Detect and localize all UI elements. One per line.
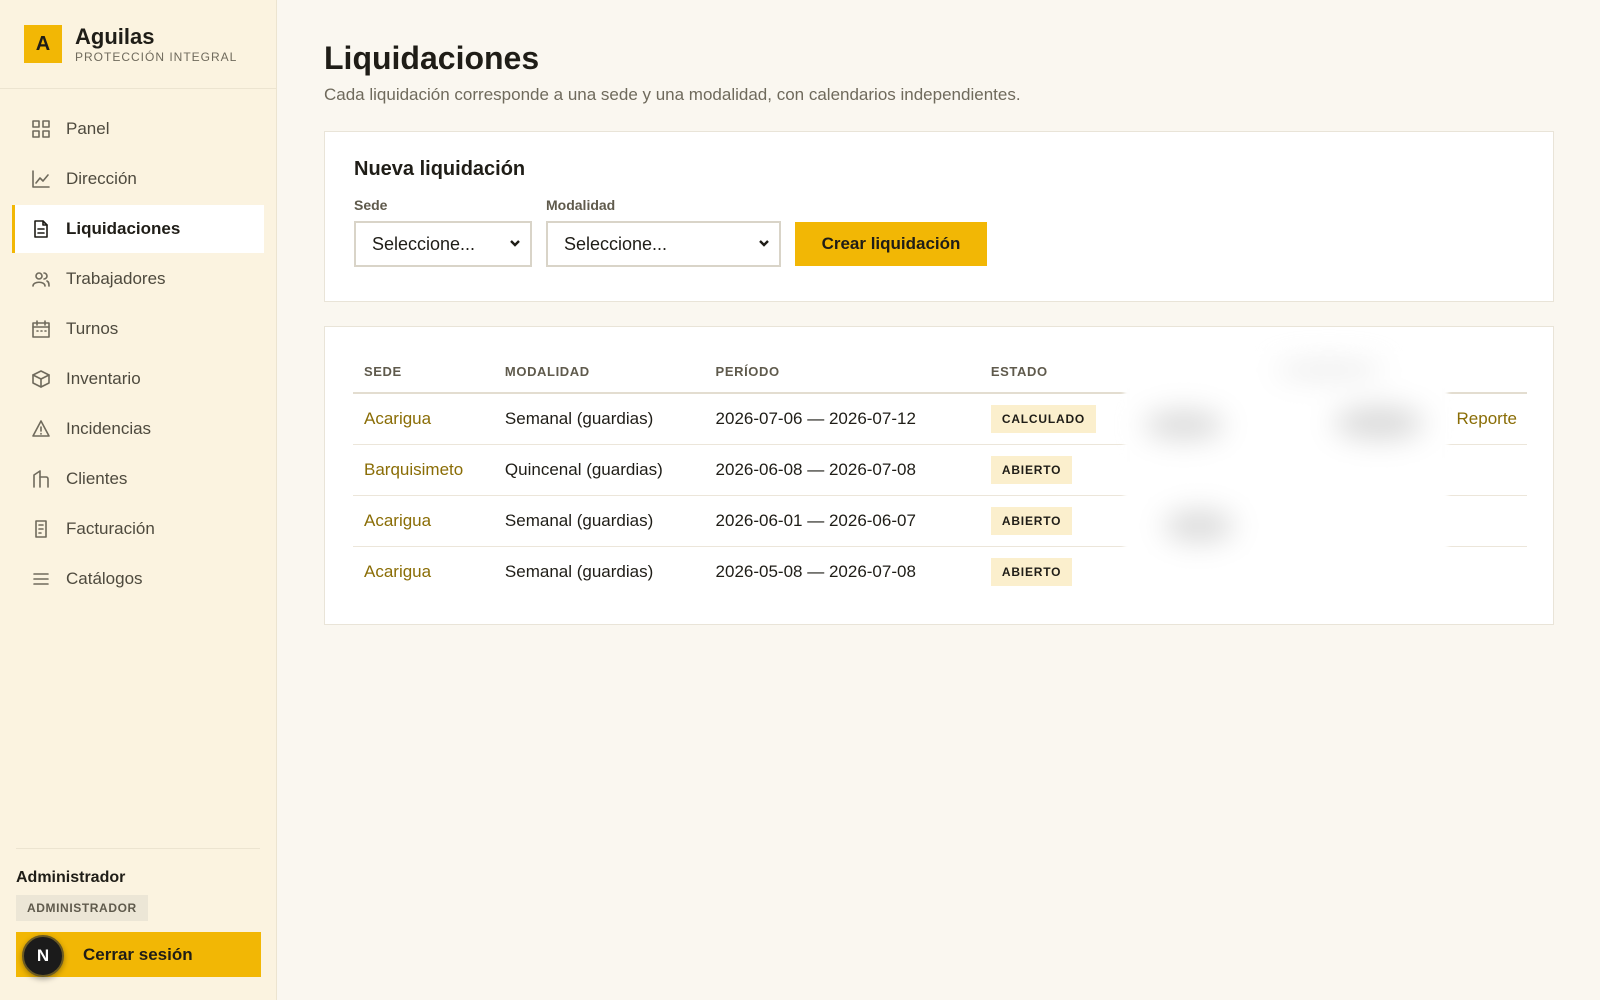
- receipt-icon: [30, 518, 52, 540]
- line-chart-icon: [30, 168, 52, 190]
- modalidad-cell: Semanal (guardias): [504, 561, 654, 581]
- sidebar-item-liquidaciones[interactable]: Liquidaciones: [12, 205, 264, 253]
- sidebar-item-inventario[interactable]: Inventario: [12, 355, 264, 403]
- warning-icon: [30, 418, 52, 440]
- logout-label: Cerrar sesión: [83, 944, 193, 964]
- sidebar-item-label: Inventario: [66, 369, 141, 388]
- sidebar-item-turnos[interactable]: Turnos: [12, 305, 264, 353]
- sede-select-value: Seleccione...: [372, 233, 476, 254]
- sede-link[interactable]: Acarigua: [364, 409, 431, 428]
- sidebar: A Aguilas PROTECCIÓN INTEGRAL Panel Dire…: [0, 0, 277, 1000]
- avatar[interactable]: N: [22, 935, 64, 977]
- users-icon: [30, 268, 52, 290]
- blur-blob: [1334, 407, 1424, 439]
- sidebar-item-catalogos[interactable]: Catálogos: [12, 555, 264, 603]
- sidebar-item-label: Incidencias: [66, 419, 152, 438]
- sede-field: Sede Seleccione...: [354, 197, 532, 267]
- brand-logo: A: [24, 25, 62, 63]
- blurred-region: [1124, 351, 1448, 591]
- status-badge: ABIERTO: [990, 455, 1073, 484]
- sede-link[interactable]: Acarigua: [364, 562, 431, 581]
- modalidad-select[interactable]: Seleccione...: [546, 221, 781, 267]
- modalidad-select-value: Seleccione...: [564, 233, 668, 254]
- sede-label: Sede: [354, 197, 388, 213]
- sidebar-nav: Panel Dirección Liquidaciones Trabajador…: [0, 89, 276, 603]
- sede-select[interactable]: Seleccione...: [354, 221, 532, 267]
- sidebar-item-facturacion[interactable]: Facturación: [12, 505, 264, 553]
- status-badge: ABIERTO: [990, 557, 1073, 586]
- brand-subtitle: PROTECCIÓN INTEGRAL: [75, 49, 238, 64]
- brand-name: Aguilas: [75, 23, 155, 49]
- status-badge: ABIERTO: [990, 506, 1073, 535]
- sidebar-item-clientes[interactable]: Clientes: [12, 455, 264, 503]
- calendar-icon: [30, 318, 52, 340]
- sidebar-item-incidencias[interactable]: Incidencias: [12, 405, 264, 453]
- document-icon: [30, 218, 52, 240]
- blur-blob: [1164, 511, 1234, 541]
- sidebar-item-label: Liquidaciones: [66, 219, 181, 238]
- sidebar-footer: Administrador ADMINISTRADOR N Cerrar ses…: [16, 848, 261, 977]
- sede-link[interactable]: Acarigua: [364, 511, 431, 530]
- periodo-cell: 2026-06-01 — 2026-06-07: [704, 495, 980, 547]
- modalidad-label: Modalidad: [546, 197, 616, 213]
- logout-button[interactable]: N Cerrar sesión: [16, 932, 261, 977]
- periodo-cell: 2026-07-06 — 2026-07-12: [704, 393, 980, 445]
- sidebar-item-label: Catálogos: [66, 569, 143, 588]
- user-name: Administrador: [16, 869, 126, 886]
- sidebar-item-label: Turnos: [66, 319, 119, 338]
- sede-link[interactable]: Barquisimeto: [364, 460, 463, 479]
- modalidad-cell: Quincenal (guardias): [493, 444, 705, 496]
- role-badge: ADMINISTRADOR: [16, 895, 148, 921]
- sidebar-item-label: Trabajadores: [66, 269, 166, 288]
- page-title: Liquidaciones: [324, 40, 540, 76]
- list-icon: [30, 568, 52, 590]
- column-header-estado: ESTADO: [979, 351, 1108, 394]
- create-form: Sede Seleccione... Modalidad Seleccione.…: [354, 197, 1524, 267]
- blur-blob: [1144, 411, 1224, 439]
- liquidaciones-table-card: SEDE MODALIDAD PERÍODO ESTADO Acarigua S…: [324, 326, 1554, 625]
- sidebar-item-label: Dirección: [66, 169, 137, 188]
- page-subtitle: Cada liquidación corresponde a una sede …: [324, 85, 1021, 104]
- modalidad-field: Modalidad Seleccione...: [546, 197, 781, 267]
- blur-blob: [1274, 361, 1384, 379]
- sidebar-item-direccion[interactable]: Dirección: [12, 155, 264, 203]
- chevron-down-icon: [508, 234, 522, 255]
- grid-icon: [30, 118, 52, 140]
- create-liquidacion-button[interactable]: Crear liquidación: [795, 222, 987, 266]
- brand[interactable]: A Aguilas PROTECCIÓN INTEGRAL: [0, 0, 276, 89]
- modalidad-cell: Semanal (guardias): [493, 393, 705, 445]
- periodo-cell: 2026-06-08 — 2026-07-08: [704, 444, 980, 496]
- modalidad-cell: Semanal (guardias): [493, 495, 705, 547]
- box-icon: [30, 368, 52, 390]
- sidebar-item-panel[interactable]: Panel: [12, 105, 264, 153]
- sidebar-item-label: Facturación: [66, 519, 155, 538]
- building-icon: [30, 468, 52, 490]
- column-header-sede: SEDE: [353, 351, 494, 394]
- card-title: Nueva liquidación: [354, 158, 526, 180]
- status-badge: CALCULADO: [990, 404, 1097, 433]
- create-liquidacion-card: Nueva liquidación Sede Seleccione... Mod…: [324, 131, 1554, 302]
- chevron-down-icon: [757, 234, 771, 255]
- sidebar-item-label: Clientes: [66, 469, 128, 488]
- column-header-modalidad: MODALIDAD: [493, 351, 705, 394]
- sidebar-item-trabajadores[interactable]: Trabajadores: [12, 255, 264, 303]
- periodo-cell: 2026-05-08 — 2026-07-08: [715, 561, 916, 581]
- sidebar-item-label: Panel: [66, 119, 110, 138]
- column-header-periodo: PERÍODO: [704, 351, 980, 394]
- main-content: Liquidaciones Cada liquidación correspon…: [324, 0, 1554, 625]
- brand-text: Aguilas PROTECCIÓN INTEGRAL: [75, 23, 238, 64]
